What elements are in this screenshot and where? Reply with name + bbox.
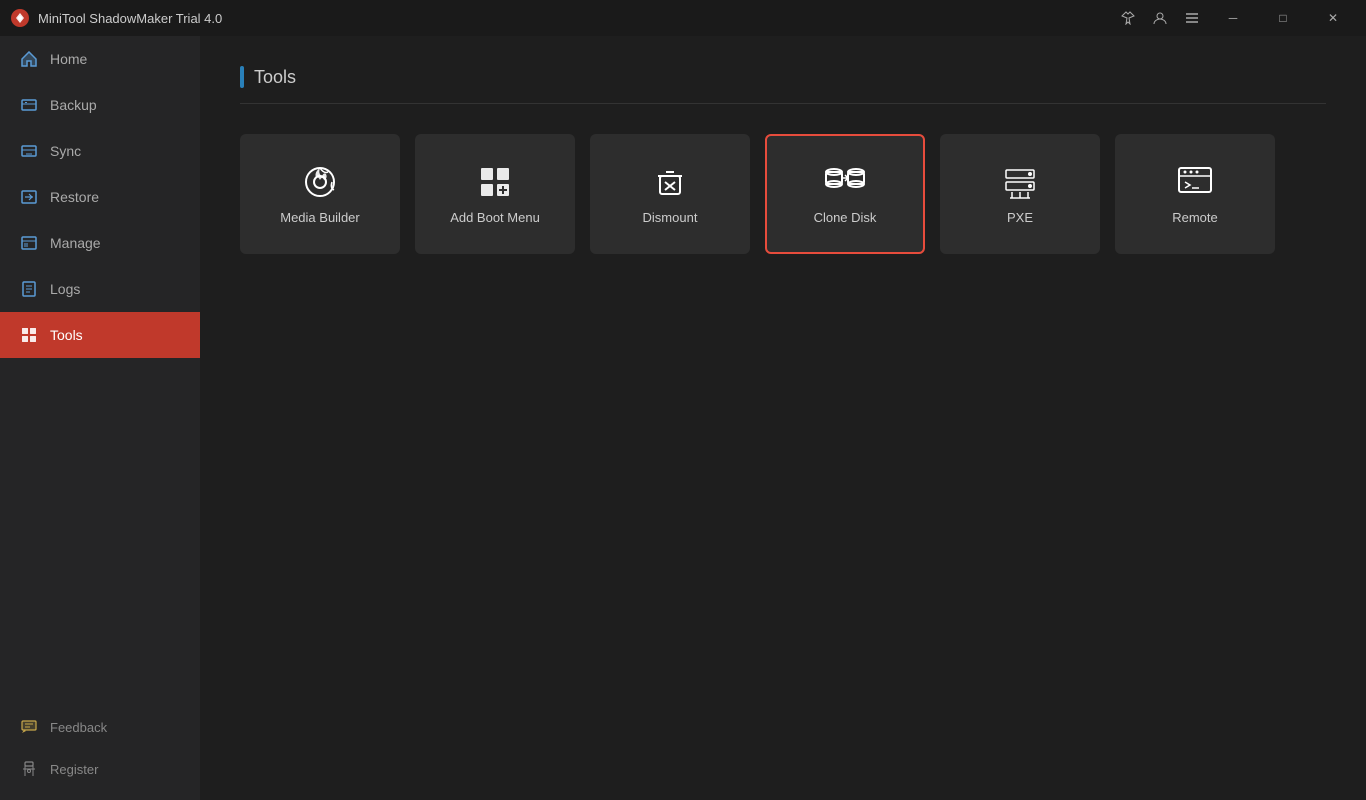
pxe-label: PXE xyxy=(1007,210,1033,225)
maximize-button[interactable]: □ xyxy=(1260,0,1306,36)
tool-card-clone-disk[interactable]: Clone Disk xyxy=(765,134,925,254)
add-boot-menu-icon xyxy=(477,164,513,200)
backup-label: Backup xyxy=(50,97,97,113)
feedback-icon xyxy=(20,718,38,736)
app-logo-icon xyxy=(10,8,30,28)
restore-label: Restore xyxy=(50,189,99,205)
sidebar-item-restore[interactable]: Restore xyxy=(0,174,200,220)
close-button[interactable]: ✕ xyxy=(1310,0,1356,36)
pxe-icon xyxy=(1002,164,1038,200)
tool-card-remote[interactable]: Remote xyxy=(1115,134,1275,254)
sidebar-item-tools[interactable]: Tools xyxy=(0,312,200,358)
tools-icon xyxy=(20,326,38,344)
tools-label: Tools xyxy=(50,327,83,343)
sidebar-item-sync[interactable]: Sync xyxy=(0,128,200,174)
user-button[interactable] xyxy=(1146,4,1174,32)
clone-disk-icon xyxy=(825,164,865,200)
tool-card-pxe[interactable]: PXE xyxy=(940,134,1100,254)
dismount-label: Dismount xyxy=(643,210,698,225)
restore-icon xyxy=(20,188,38,206)
logs-icon xyxy=(20,280,38,298)
media-builder-icon xyxy=(302,164,338,200)
header-accent-bar xyxy=(240,66,244,88)
backup-icon xyxy=(20,96,38,114)
titlebar-actions: ─ □ ✕ xyxy=(1114,0,1356,36)
sidebar-item-backup[interactable]: Backup xyxy=(0,82,200,128)
home-label: Home xyxy=(50,51,87,67)
page-header: Tools xyxy=(240,66,1326,104)
sidebar-item-feedback[interactable]: Feedback xyxy=(0,706,200,748)
content-area: Tools Media Builder xyxy=(200,36,1366,800)
tool-card-media-builder[interactable]: Media Builder xyxy=(240,134,400,254)
add-boot-menu-label: Add Boot Menu xyxy=(450,210,540,225)
sidebar-item-register[interactable]: Register xyxy=(0,748,200,790)
remote-icon xyxy=(1177,164,1213,200)
sidebar: Home Backup Sync xyxy=(0,36,200,800)
manage-icon xyxy=(20,234,38,252)
tools-grid: Media Builder Add Boot Menu xyxy=(240,134,1326,254)
manage-label: Manage xyxy=(50,235,101,251)
tool-card-add-boot-menu[interactable]: Add Boot Menu xyxy=(415,134,575,254)
sidebar-item-manage[interactable]: Manage xyxy=(0,220,200,266)
sidebar-bottom: Feedback Register xyxy=(0,706,200,800)
register-label: Register xyxy=(50,762,98,777)
dismount-icon xyxy=(652,164,688,200)
minimize-button[interactable]: ─ xyxy=(1210,0,1256,36)
pin-button[interactable] xyxy=(1114,4,1142,32)
logs-label: Logs xyxy=(50,281,80,297)
remote-label: Remote xyxy=(1172,210,1218,225)
app-title: MiniTool ShadowMaker Trial 4.0 xyxy=(38,11,1114,26)
sync-icon xyxy=(20,142,38,160)
page-title: Tools xyxy=(254,67,296,88)
feedback-label: Feedback xyxy=(50,720,107,735)
sidebar-item-home[interactable]: Home xyxy=(0,36,200,82)
media-builder-label: Media Builder xyxy=(280,210,360,225)
menu-button[interactable] xyxy=(1178,4,1206,32)
clone-disk-label: Clone Disk xyxy=(814,210,877,225)
main-layout: Home Backup Sync xyxy=(0,36,1366,800)
tool-card-dismount[interactable]: Dismount xyxy=(590,134,750,254)
register-icon xyxy=(20,760,38,778)
titlebar: MiniTool ShadowMaker Trial 4.0 ─ □ ✕ xyxy=(0,0,1366,36)
home-icon xyxy=(20,50,38,68)
sync-label: Sync xyxy=(50,143,81,159)
sidebar-item-logs[interactable]: Logs xyxy=(0,266,200,312)
